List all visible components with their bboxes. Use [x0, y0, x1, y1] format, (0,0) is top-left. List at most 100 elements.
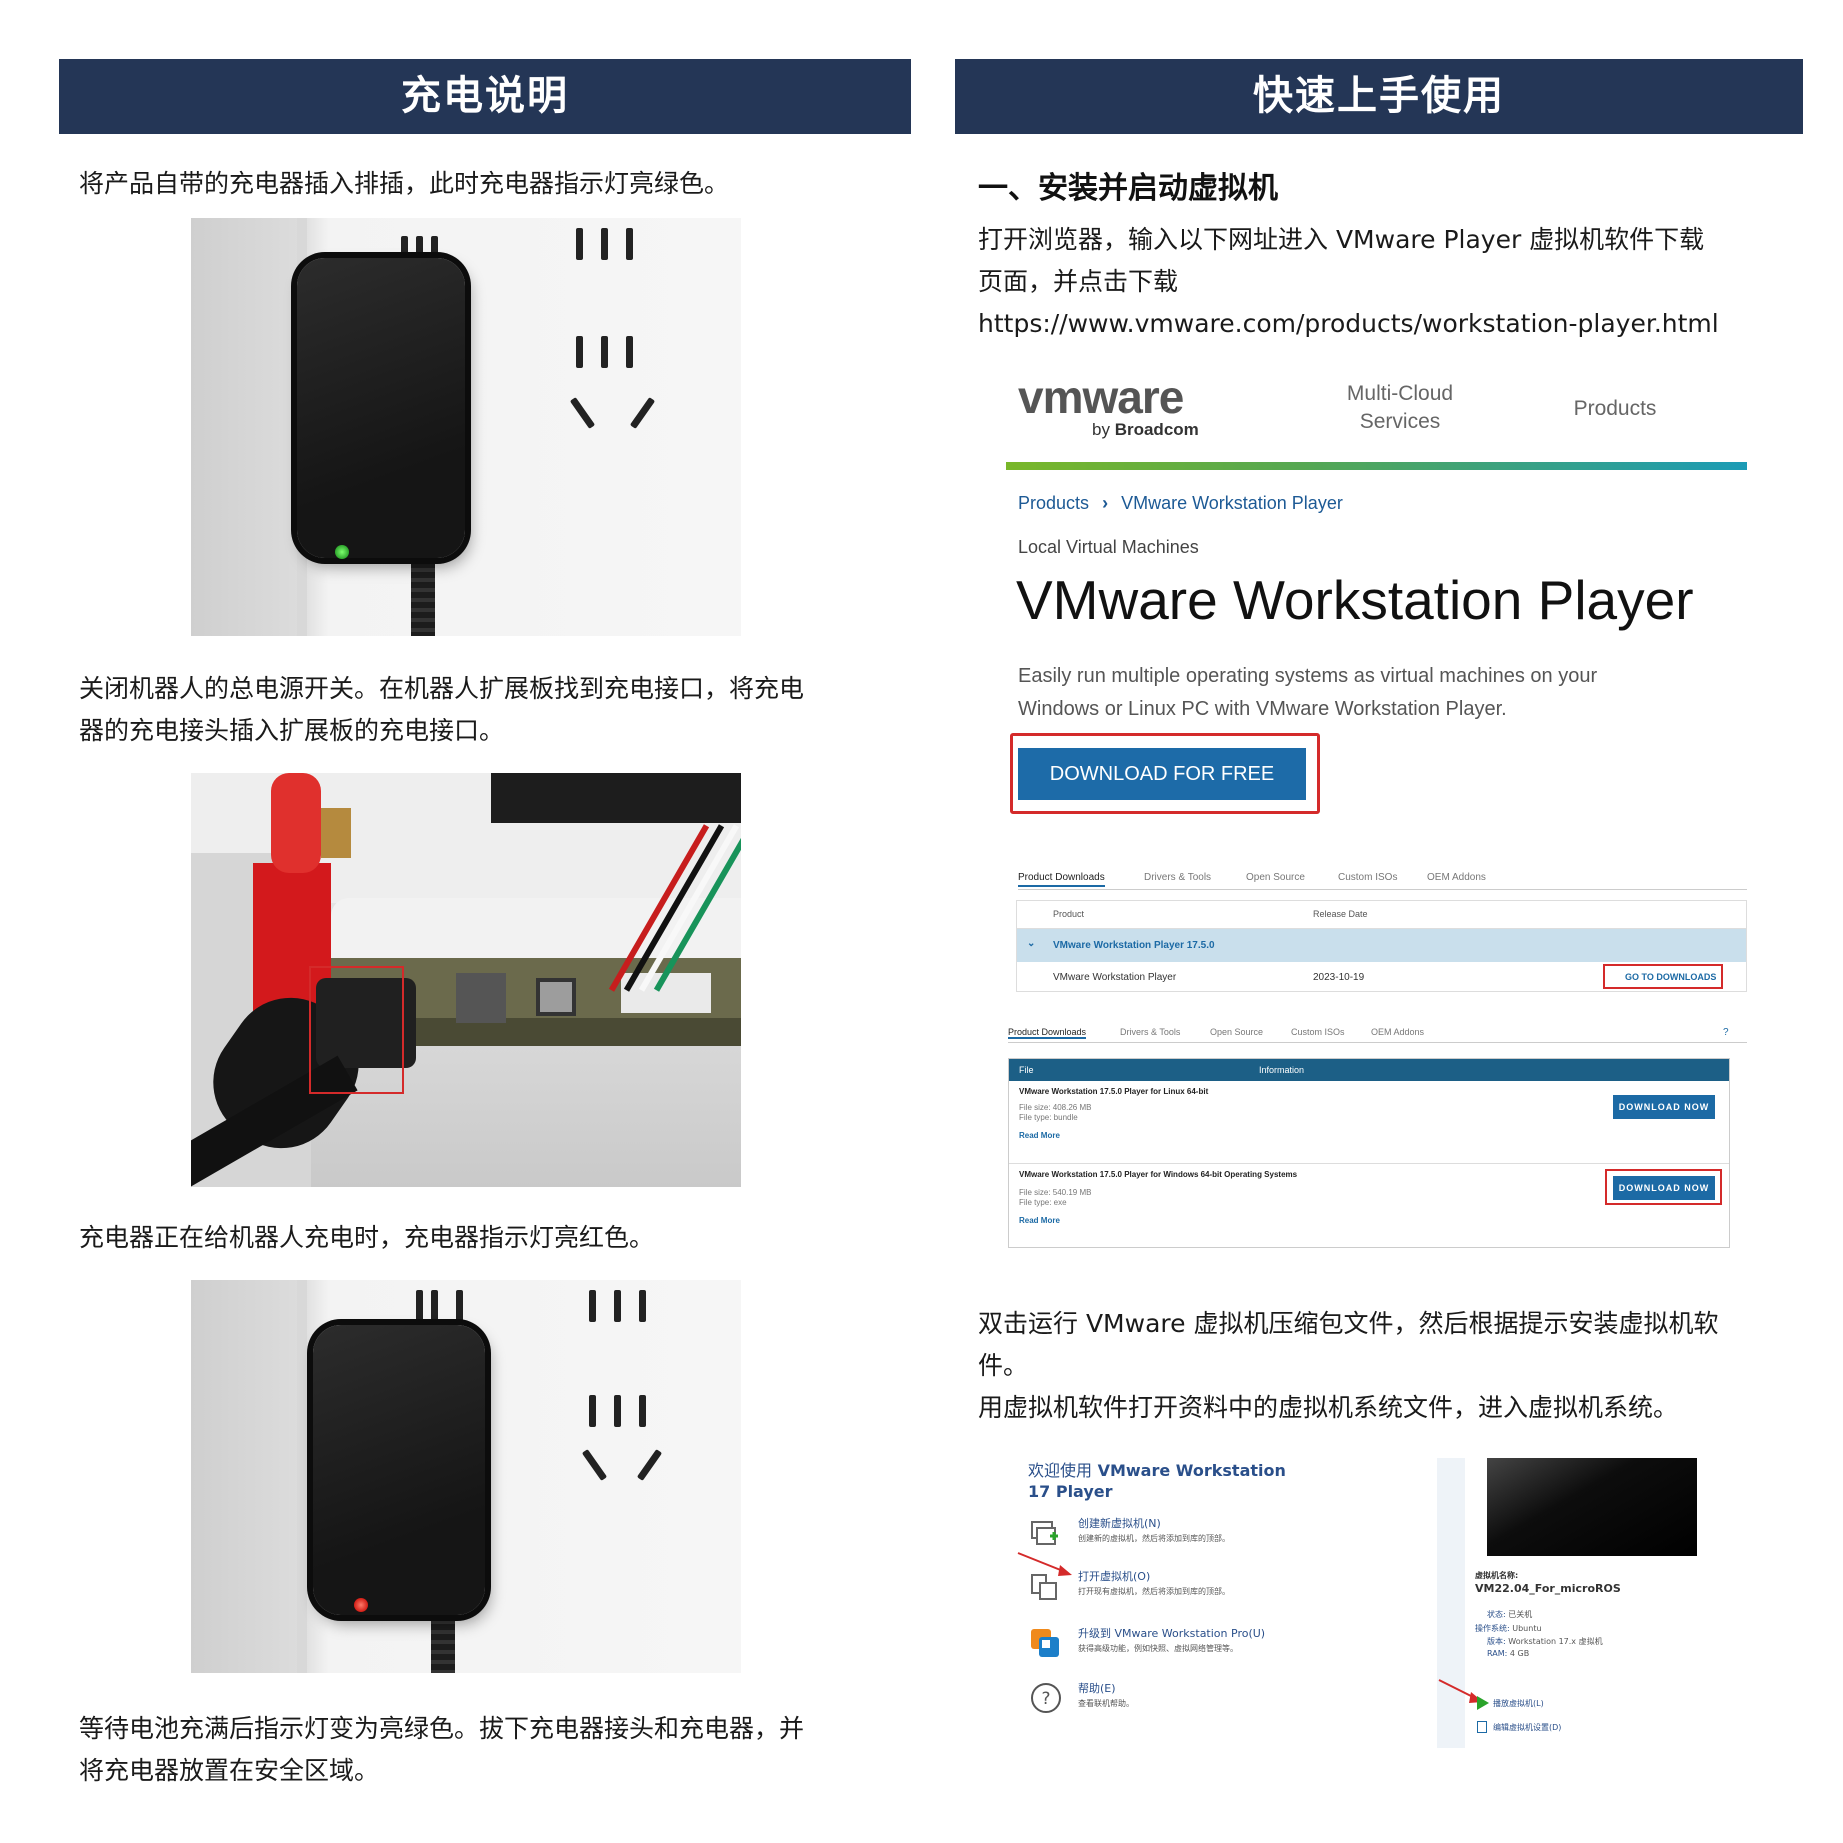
tab-custom-isos[interactable]: Custom ISOs: [1338, 872, 1397, 883]
tab-oem-addons[interactable]: OEM Addons: [1427, 872, 1486, 883]
action-title: 帮助(E): [1078, 1682, 1116, 1695]
files-tab-open-source[interactable]: Open Source: [1210, 1027, 1263, 1037]
charge-step-1: 将产品自带的充电器插入排插，此时充电器指示灯亮绿色。: [79, 163, 899, 205]
col-product: Product: [1053, 909, 1085, 919]
action-desc: 打开现有虚拟机，然后将添加到库的顶部。: [1078, 1587, 1230, 1596]
download-for-free-button[interactable]: DOWNLOAD FOR FREE: [1018, 748, 1306, 800]
action-desc: 创建新的虚拟机，然后将添加到库的顶部。: [1078, 1534, 1230, 1543]
breadcrumb-current[interactable]: VMware Workstation Player: [1121, 493, 1343, 513]
tab-drivers-tools[interactable]: Drivers & Tools: [1144, 872, 1211, 883]
files-tabs: Product Downloads Drivers & Tools Open S…: [1008, 1027, 1747, 1043]
play-icon: [1477, 1696, 1489, 1710]
file-size: File size: 408.26 MB: [1019, 1103, 1092, 1112]
tab-open-source[interactable]: Open Source: [1246, 872, 1305, 883]
charge-step-2-line1: 关闭机器人的总电源开关。在机器人扩展板找到充电接口，将充电: [79, 674, 805, 703]
edit-vm-settings-action[interactable]: 编辑虚拟机设置(D): [1477, 1720, 1677, 1736]
nav-multicloud-line1: Multi-Cloud: [1346, 382, 1454, 405]
file-name: VMware Workstation 17.5.0 Player for Lin…: [1019, 1087, 1209, 1096]
product-group-row[interactable]: ⌄ VMware Workstation Player 17.5.0: [1017, 929, 1746, 962]
charge-step-2-line2: 器的充电接头插入扩展板的充电接口。: [79, 716, 505, 745]
vmware-intro-line2: 页面，并点击下载: [978, 267, 1179, 296]
vmware-intro-line1: 打开浏览器，输入以下网址进入 VMware Player 虚拟机软件下载: [978, 225, 1705, 254]
go-to-downloads-highlight: [1603, 964, 1723, 989]
read-more-link[interactable]: Read More: [1019, 1216, 1060, 1225]
vmware-title: VMware Workstation Player: [1016, 569, 1694, 631]
breadcrumb-products[interactable]: Products: [1018, 493, 1089, 513]
product-group-name: VMware Workstation Player 17.5.0: [1053, 940, 1215, 951]
download-now-button[interactable]: DOWNLOAD NOW: [1613, 1095, 1715, 1119]
charge-step-3: 充电器正在给机器人充电时，充电器指示灯亮红色。: [79, 1217, 899, 1259]
vm-name: VM22.04_For_microROS: [1475, 1582, 1621, 1595]
product-row-date: 2023-10-19: [1313, 972, 1365, 983]
state-label: 状态:: [1487, 1610, 1506, 1619]
nav-products[interactable]: Products: [1560, 395, 1670, 423]
col-information: Information: [1259, 1065, 1305, 1075]
files-tab-drivers-tools[interactable]: Drivers & Tools: [1120, 1027, 1180, 1037]
welcome-brand: VMware Workstation: [1097, 1461, 1286, 1480]
expansion-board-photo: [191, 773, 741, 1187]
charger-body-charging: [313, 1325, 485, 1615]
vmware-eyebrow: Local Virtual Machines: [1018, 537, 1199, 557]
windows-download-highlight: [1605, 1169, 1722, 1205]
tab-product-downloads[interactable]: Product Downloads: [1018, 872, 1105, 887]
file-type: File type: bundle: [1019, 1113, 1078, 1122]
version-label: 版本:: [1487, 1637, 1506, 1646]
help-circle-icon[interactable]: ?: [1723, 1027, 1729, 1038]
vm-state-row: 状态: 已关机: [1487, 1609, 1532, 1620]
files-table: File Information VMware Workstation 17.5…: [1008, 1058, 1730, 1248]
vmware-header-bar: [1006, 462, 1747, 470]
vm-details-panel: 虚拟机名称: VM22.04_For_microROS 状态: 已关机 操作系统…: [1437, 1458, 1747, 1748]
new-vm-icon: [1031, 1521, 1058, 1545]
vmware-logo-sub: by Broadcom: [1092, 420, 1199, 440]
breadcrumb-chevron-icon: ›: [1102, 493, 1109, 513]
install-instructions: 双击运行 VMware 虚拟机压缩包文件，然后根据提示安装虚拟机软 件。 用虚拟…: [978, 1303, 1798, 1429]
vm-os-row: 操作系统: Ubuntu: [1475, 1623, 1542, 1634]
file-name: VMware Workstation 17.5.0 Player for Win…: [1019, 1170, 1298, 1179]
settings-icon: [1477, 1721, 1487, 1733]
player-welcome: 欢迎使用 VMware Workstation 17 Player: [1028, 1460, 1328, 1502]
edit-vm-settings-label: 编辑虚拟机设置(D): [1493, 1723, 1562, 1732]
red-arrow-icon: [1017, 1552, 1072, 1576]
vmware-download-url[interactable]: https://www.vmware.com/products/workstat…: [978, 303, 1798, 345]
charger-green-photo: [191, 218, 741, 636]
chevron-down-icon: ⌄: [1027, 938, 1036, 949]
charge-port-highlight: [309, 966, 404, 1094]
right-banner: 快速上手使用: [955, 59, 1803, 134]
green-led: [335, 545, 349, 559]
help-icon: ?: [1031, 1683, 1061, 1713]
downloads-tabs: Product Downloads Drivers & Tools Open S…: [1018, 872, 1747, 890]
vm-version-row: 版本: Workstation 17.x 虚拟机: [1487, 1636, 1603, 1647]
install-line2: 件。: [978, 1351, 1029, 1380]
action-upgrade-pro[interactable]: 升级到 VMware Workstation Pro(U) 获得高级功能，例如快…: [1030, 1625, 1330, 1670]
file-type: File type: exe: [1019, 1198, 1067, 1207]
read-more-link[interactable]: Read More: [1019, 1131, 1060, 1140]
action-help[interactable]: ? 帮助(E) 查看联机帮助。: [1030, 1680, 1330, 1725]
os-label: 操作系统:: [1475, 1624, 1510, 1633]
charge-step-4: 等待电池充满后指示灯变为亮绿色。拔下充电器接头和充电器，并 将充电器放置在安全区…: [79, 1708, 899, 1792]
charger-red-photo: [191, 1280, 741, 1673]
col-file: File: [1019, 1065, 1034, 1075]
play-vm-action[interactable]: 播放虚拟机(L): [1477, 1696, 1677, 1712]
vmware-description: Easily run multiple operating systems as…: [1018, 660, 1597, 726]
charge-step-2: 关闭机器人的总电源开关。在机器人扩展板找到充电接口，将充电 器的充电接头插入扩展…: [79, 668, 899, 752]
vm-ram-row: RAM: 4 GB: [1487, 1649, 1529, 1658]
files-tab-product-downloads[interactable]: Product Downloads: [1008, 1027, 1087, 1039]
section1-heading: 一、安装并启动虚拟机: [978, 171, 1278, 206]
files-tab-custom-isos[interactable]: Custom ISOs: [1291, 1027, 1345, 1037]
os-value: Ubuntu: [1512, 1624, 1542, 1633]
product-row-name: VMware Workstation Player: [1053, 972, 1177, 983]
files-tab-oem-addons[interactable]: OEM Addons: [1371, 1027, 1424, 1037]
version-value: Workstation 17.x 虚拟机: [1508, 1637, 1603, 1646]
state-value: 已关机: [1508, 1610, 1533, 1619]
welcome-prefix: 欢迎使用: [1028, 1461, 1093, 1480]
charge-step-4-line2: 将充电器放置在安全区域。: [79, 1756, 380, 1785]
file-item-linux: VMware Workstation 17.5.0 Player for Lin…: [1009, 1081, 1729, 1164]
nav-multicloud[interactable]: Multi-Cloud Services: [1330, 380, 1470, 436]
vm-thumbnail: [1487, 1458, 1697, 1556]
open-vm-line: 用虚拟机软件打开资料中的虚拟机系统文件，进入虚拟机系统。: [978, 1393, 1679, 1422]
welcome-version: 17 Player: [1028, 1482, 1113, 1501]
ram-label: RAM:: [1487, 1649, 1508, 1658]
charge-step-3-text: 充电器正在给机器人充电时，充电器指示灯亮红色。: [79, 1223, 655, 1252]
charge-step-1-text: 将产品自带的充电器插入排插，此时充电器指示灯亮绿色。: [79, 169, 730, 198]
vm-name-label: 虚拟机名称:: [1475, 1571, 1519, 1580]
